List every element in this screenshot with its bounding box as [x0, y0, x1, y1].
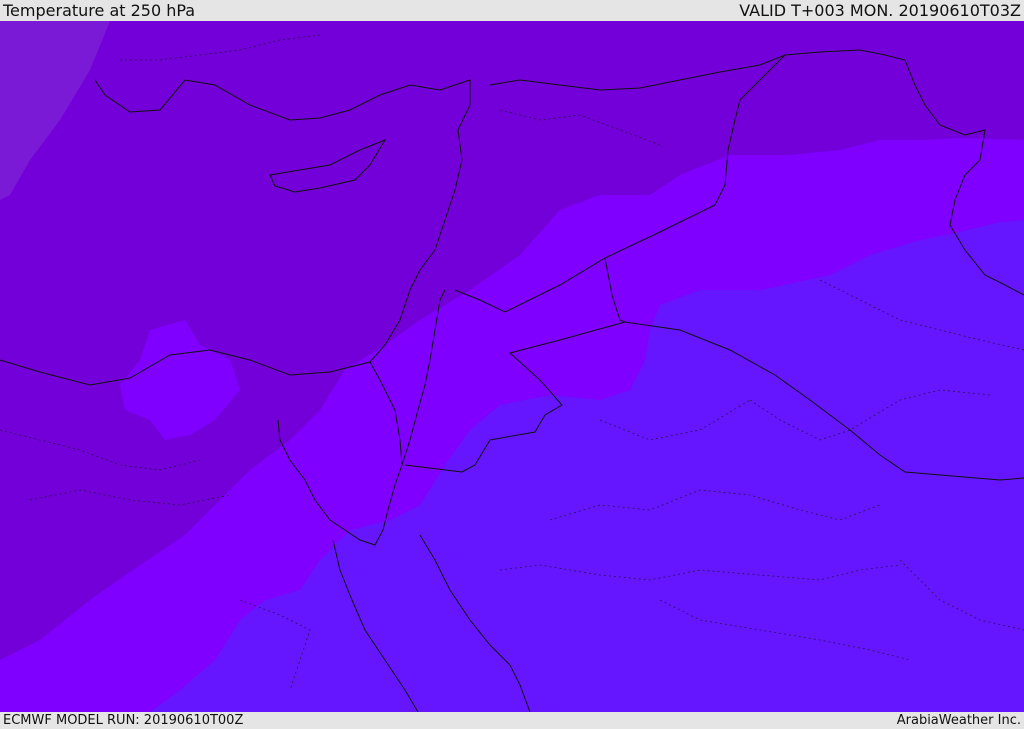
footer-bar: ECMWF MODEL RUN: 20190610T00Z ArabiaWeat… — [0, 712, 1024, 729]
temperature-map-svg — [0, 21, 1024, 712]
map-title: Temperature at 250 hPa — [3, 1, 196, 20]
header-bar: Temperature at 250 hPa VALID T+003 MON. … — [0, 0, 1024, 21]
weather-map[interactable] — [0, 21, 1024, 712]
valid-time-label: VALID T+003 MON. 20190610T03Z — [739, 1, 1021, 20]
model-run-label: ECMWF MODEL RUN: 20190610T00Z — [3, 713, 244, 728]
credit-label: ArabiaWeather Inc. — [896, 713, 1021, 728]
